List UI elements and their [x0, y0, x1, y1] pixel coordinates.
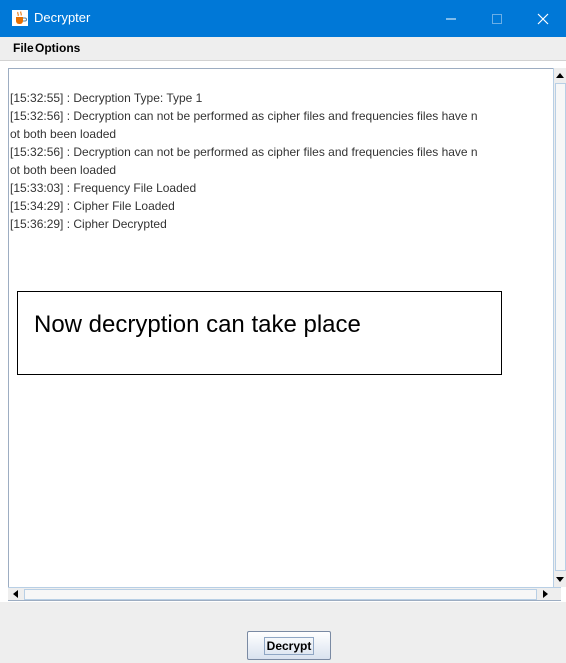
menu-options[interactable]: Options [35, 41, 80, 55]
annotation-callout: Now decryption can take place [17, 291, 502, 375]
log-line: ot both been loaded [10, 163, 117, 177]
arrow-up-icon [556, 73, 564, 78]
maximize-button[interactable] [474, 0, 520, 37]
log-line: [15:33:03] : Frequency File Loaded [10, 181, 197, 195]
log-line: ot both been loaded [10, 127, 117, 141]
log-line: [15:32:56] : Decryption can not be perfo… [10, 109, 478, 123]
decrypt-button[interactable]: Decrypt [247, 631, 331, 660]
java-cup-icon [12, 10, 28, 26]
decrypt-button-label: Decrypt [263, 636, 315, 655]
window-title: Decrypter [34, 10, 91, 25]
maximize-icon [492, 13, 502, 24]
annotation-text: Now decryption can take place [34, 311, 361, 338]
menu-bar: File Options [0, 37, 566, 61]
scroll-up-button[interactable] [553, 68, 566, 82]
title-bar[interactable]: Decrypter [0, 0, 566, 37]
close-button[interactable] [520, 0, 566, 37]
scroll-down-button[interactable] [553, 573, 566, 587]
arrow-down-icon [556, 577, 564, 582]
log-line: [15:32:56] : Decryption can not be perfo… [10, 145, 478, 159]
scroll-left-button[interactable] [8, 587, 22, 601]
horizontal-scroll-thumb[interactable] [24, 589, 537, 600]
log-line: [15:34:29] : Cipher File Loaded [10, 199, 175, 213]
vertical-scroll-thumb[interactable] [555, 83, 566, 571]
minimize-button[interactable] [428, 0, 474, 37]
menu-file[interactable]: File [13, 41, 34, 55]
close-icon [537, 13, 549, 24]
arrow-right-icon [543, 590, 548, 598]
log-line: [15:32:55] : Decryption Type: Type 1 [10, 91, 203, 105]
log-content: [15:32:55] : Decryption Type: Type 1 [15… [10, 89, 552, 233]
scroll-right-button[interactable] [539, 587, 553, 601]
log-line: [15:36:29] : Cipher Decrypted [10, 217, 167, 231]
minimize-icon [446, 18, 456, 19]
arrow-left-icon [13, 590, 18, 598]
